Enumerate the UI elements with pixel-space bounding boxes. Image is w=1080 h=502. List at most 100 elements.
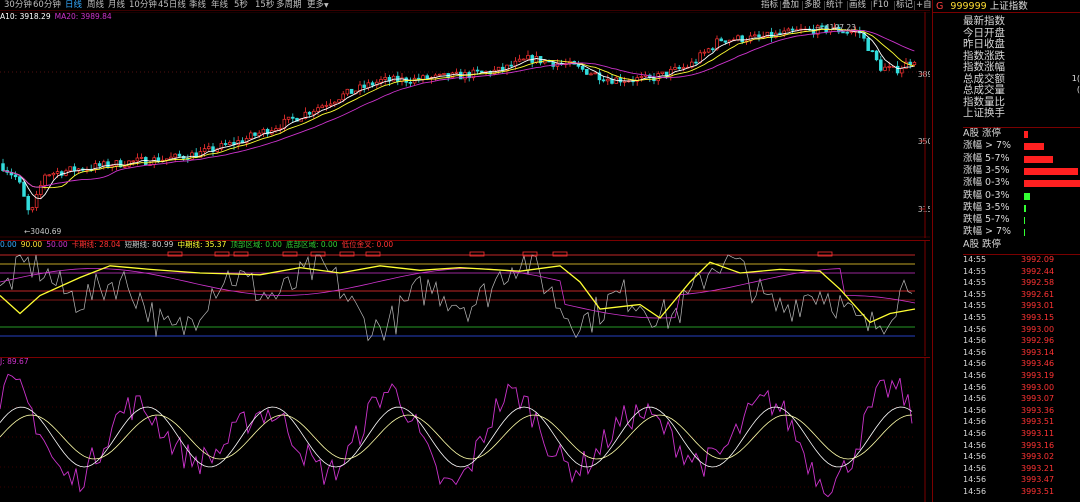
candle-up bbox=[526, 55, 530, 60]
candle-up bbox=[337, 99, 341, 103]
quote-field-label: 昨日收盘 bbox=[963, 38, 1005, 50]
candle-up bbox=[43, 174, 47, 186]
period-tab-8[interactable]: 年线 bbox=[211, 0, 228, 11]
period-tab-0[interactable]: 30分钟 bbox=[4, 0, 32, 11]
legend-item: 中期线: 35.37 bbox=[177, 240, 227, 249]
tick-price: 3993.51 bbox=[1021, 417, 1055, 427]
tick-time: 14:55 bbox=[963, 266, 987, 276]
tick-price: 3992.58 bbox=[1021, 278, 1055, 288]
period-tab-5[interactable]: 10分钟 bbox=[129, 0, 157, 11]
toolbar-separator bbox=[871, 1, 872, 10]
candle-up bbox=[589, 73, 593, 76]
tick-time: 14:56 bbox=[963, 405, 987, 415]
tick-row: 14:56 3992.96 bbox=[963, 336, 1054, 346]
tick-time: 14:56 bbox=[963, 417, 987, 427]
candle-up bbox=[606, 78, 610, 82]
tick-time: 14:56 bbox=[963, 463, 987, 473]
candle-up bbox=[900, 68, 904, 74]
candle-up bbox=[324, 104, 329, 107]
tick-price: 3993.16 bbox=[1021, 440, 1055, 450]
tick-price: 3993.36 bbox=[1021, 405, 1055, 415]
toolbar-button-4[interactable]: 画线 bbox=[849, 0, 866, 11]
candle-up bbox=[341, 93, 345, 101]
distribution-label: A股 跌停 bbox=[963, 238, 1002, 250]
tick-row: 14:56 3993.02 bbox=[963, 452, 1054, 462]
tick-row: 14:56 3993.00 bbox=[963, 383, 1054, 393]
toolbar-button-0[interactable]: 指标 bbox=[761, 0, 778, 11]
candle-up bbox=[622, 80, 627, 83]
candle-up bbox=[131, 160, 135, 163]
high-price-label: — 4197.23 bbox=[815, 23, 856, 32]
j-indicator-chart[interactable]: J: 89.67 100.0080.0050.0020.000.00 bbox=[0, 357, 958, 502]
candle-up bbox=[438, 73, 442, 76]
toolbar-button-1[interactable]: 叠加 bbox=[782, 0, 799, 11]
kd-legend: 0.00 90.00 50.00 卡期线: 28.04 短期线: 80.99 中期线: 3… bbox=[0, 240, 397, 250]
tick-time: 14:55 bbox=[963, 313, 987, 322]
toolbar-button-6[interactable]: 标记 bbox=[896, 0, 913, 11]
tick-price: 3993.21 bbox=[1021, 463, 1055, 473]
candlestick-svg: — 4197.23←3040.69389035013151 bbox=[0, 11, 937, 238]
distribution-label: 涨幅 > 7% bbox=[963, 140, 1012, 152]
candle-down bbox=[874, 50, 879, 61]
candle-up bbox=[249, 132, 253, 139]
toolbar-separator bbox=[894, 1, 895, 10]
candle-down bbox=[845, 31, 849, 34]
kd-long-line bbox=[0, 268, 916, 319]
candle-up bbox=[660, 71, 665, 74]
quote-field-label: 最新指数 bbox=[963, 15, 1005, 27]
candle-up bbox=[207, 146, 211, 149]
candle-up bbox=[883, 66, 887, 71]
period-tab-2[interactable]: 日线 bbox=[65, 0, 82, 11]
period-tab-11[interactable]: 多周期 bbox=[276, 0, 302, 11]
candle-up bbox=[333, 101, 337, 105]
tick-time: 14:56 bbox=[963, 359, 987, 369]
quote-field-label: 指数涨幅 bbox=[963, 61, 1005, 73]
distribution-bar bbox=[1024, 131, 1029, 138]
candle-down bbox=[97, 163, 102, 167]
period-tab-6[interactable]: 45日线 bbox=[158, 0, 186, 11]
candle-up bbox=[366, 82, 371, 88]
ma5-line bbox=[2, 27, 915, 200]
candlestick-chart[interactable]: A10: 3918.29 MA20: 3989.84 — 4197.23 ←3040… bbox=[0, 11, 937, 238]
candle-up bbox=[278, 127, 282, 130]
kd-indicator-chart[interactable]: 0.00 90.00 50.00 卡期线: 28.04 短期线: 80.99 中期线: 3… bbox=[0, 240, 958, 356]
legend-item: MA20: 3989.84 bbox=[54, 12, 112, 21]
tick-row: 14:55 3992.58 bbox=[963, 278, 1054, 288]
period-tab-9[interactable]: 5秒 bbox=[234, 0, 248, 11]
candle-down bbox=[618, 77, 623, 83]
tick-row: 14:56 3993.51 bbox=[963, 487, 1054, 497]
candle-down bbox=[177, 153, 182, 157]
period-tab-7[interactable]: 季线 bbox=[189, 0, 206, 11]
period-tab-1[interactable]: 60分钟 bbox=[33, 0, 61, 11]
candle-down bbox=[106, 161, 110, 168]
ma10-line bbox=[2, 28, 915, 189]
group-marker: G bbox=[936, 1, 944, 12]
period-tab-3[interactable]: 周线 bbox=[87, 0, 104, 11]
tick-price: 3992.09 bbox=[1021, 255, 1055, 264]
candle-up bbox=[328, 103, 333, 106]
period-tab-12[interactable]: 更多 bbox=[307, 0, 324, 11]
quote-header[interactable]: G 999999 上证指数 bbox=[933, 0, 1080, 13]
candle-up bbox=[912, 62, 917, 66]
quote-field-label: 指数涨跌 bbox=[963, 49, 1005, 62]
legend-item: 低位金叉: 0.00 bbox=[341, 240, 394, 249]
period-tab-10[interactable]: 15秒 bbox=[255, 0, 274, 11]
toolbar-button-5[interactable]: F10 bbox=[873, 0, 889, 11]
period-tab-4[interactable]: 月线 bbox=[108, 0, 125, 11]
period-toolbar: 30分钟 60分钟 日线 周线 月线 10分钟 45日线 季线 年线 5秒 15秒 多周期 更多 ▼ 指标叠… bbox=[0, 0, 940, 11]
more-dropdown-icon[interactable]: ▼ bbox=[324, 0, 329, 11]
toolbar-button-2[interactable]: 多股 bbox=[804, 0, 821, 11]
index-code: 999999 bbox=[950, 1, 987, 12]
tick-time: 14:56 bbox=[963, 429, 987, 438]
index-name: 上证指数 bbox=[989, 1, 1028, 12]
candle-up bbox=[786, 28, 791, 32]
tick-time: 14:56 bbox=[963, 347, 987, 357]
candle-up bbox=[320, 105, 324, 109]
toolbar-separator bbox=[914, 1, 915, 10]
toolbar-button-3[interactable]: 统计 bbox=[826, 0, 843, 11]
quote-field-value: 1( bbox=[1071, 73, 1080, 83]
candle-up bbox=[34, 194, 39, 208]
tick-price: 3993.14 bbox=[1021, 347, 1055, 357]
candle-down bbox=[22, 181, 26, 197]
candle-down bbox=[895, 65, 900, 74]
